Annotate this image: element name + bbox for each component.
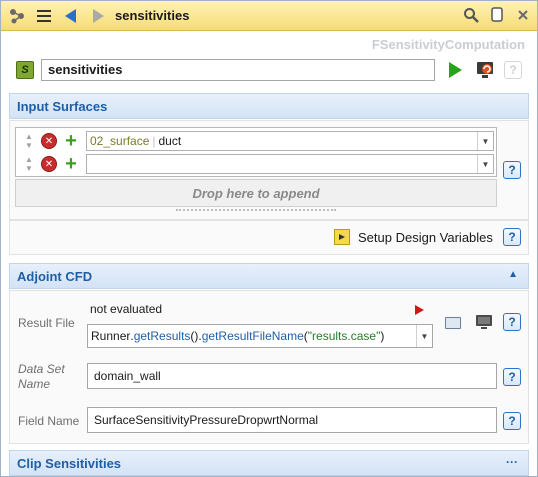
surface-combo[interactable]: 02_surface | duct ▼	[86, 131, 494, 151]
flag-icon[interactable]	[415, 305, 424, 315]
copy-icon[interactable]	[487, 5, 507, 25]
close-icon[interactable]	[513, 5, 533, 25]
expression-method: getResultFileName	[201, 329, 304, 343]
surface-value: duct	[158, 134, 182, 148]
window-title: sensitivities	[115, 8, 190, 23]
refresh-screen-icon[interactable]	[475, 60, 495, 80]
collapse-icon[interactable]: ▲	[508, 269, 518, 280]
menu-icon[interactable]	[33, 5, 55, 27]
back-arrow-icon[interactable]	[60, 5, 82, 27]
design-variables-icon[interactable]	[334, 229, 350, 245]
help-icon[interactable]: ?	[503, 228, 521, 246]
delete-icon[interactable]: ✕	[41, 133, 57, 149]
drop-zone[interactable]: Drop here to append	[15, 179, 497, 207]
help-icon[interactable]: ?	[503, 368, 521, 386]
search-icon[interactable]	[461, 5, 481, 25]
setup-design-variables-button[interactable]: Setup Design Variables	[358, 230, 493, 245]
add-icon[interactable]: +	[63, 131, 79, 151]
field-name-field[interactable]: SurfaceSensitivityPressureDropwrtNormal	[87, 407, 497, 433]
section-title: Clip Sensitivities	[17, 455, 122, 471]
class-name-label: FSensitivityComputation	[371, 37, 525, 52]
help-icon[interactable]: ?	[503, 313, 521, 331]
node-editor-window: sensitivities FSensitivityComputation S …	[0, 0, 538, 477]
add-icon[interactable]: +	[63, 154, 79, 174]
surface-combo[interactable]: ▼	[86, 154, 494, 174]
field-name-label: Field Name	[18, 414, 80, 428]
chevron-down-icon[interactable]: ▼	[477, 155, 493, 173]
help-icon[interactable]: ?	[503, 412, 521, 430]
result-file-expression[interactable]: Runner. getResults (). getResultFileName("r…	[87, 324, 433, 348]
title-bar: sensitivities	[1, 1, 537, 31]
section-adjoint-cfd[interactable]: Adjoint CFD ▲	[9, 263, 529, 289]
expression-method: getResults	[133, 329, 191, 343]
chevron-down-icon[interactable]: ▼	[416, 325, 432, 347]
expression-object: Runner	[91, 329, 131, 343]
resize-grip[interactable]	[176, 209, 336, 211]
data-set-name-label: Data Set Name	[18, 362, 65, 391]
run-icon[interactable]	[447, 61, 463, 79]
section-input-surfaces[interactable]: Input Surfaces	[9, 93, 529, 119]
node-type-icon: S	[16, 61, 34, 79]
section-title: Adjoint CFD	[17, 268, 93, 284]
node-name-input[interactable]: sensitivities	[41, 59, 435, 81]
help-icon[interactable]: ?	[503, 161, 521, 179]
expand-icon[interactable]: ···	[506, 455, 518, 469]
reorder-arrows-icon[interactable]: ▲ ▼	[21, 154, 37, 174]
section-title: Input Surfaces	[17, 98, 108, 114]
separator: |	[152, 134, 156, 148]
evaluation-status: not evaluated	[90, 302, 163, 316]
help-icon-disabled: ?	[504, 61, 522, 79]
data-set-name-field[interactable]: domain_wall	[87, 363, 497, 389]
node-graph-icon[interactable]	[6, 5, 28, 27]
forward-arrow-icon[interactable]	[87, 5, 109, 27]
monitor-icon[interactable]	[475, 314, 493, 330]
folder-icon[interactable]	[445, 317, 461, 329]
chevron-down-icon[interactable]: ▼	[477, 132, 493, 150]
expression-argument: "results.case"	[307, 329, 381, 343]
list-item: ▲ ▼ ✕ + ▼	[16, 153, 496, 175]
reorder-arrows-icon[interactable]: ▲ ▼	[21, 131, 37, 151]
list-item: ▲ ▼ ✕ + 02_surface | duct ▼	[16, 130, 496, 152]
delete-icon[interactable]: ✕	[41, 156, 57, 172]
surface-list: ▲ ▼ ✕ + 02_surface | duct ▼ ▲ ▼ ✕ + ▼	[15, 127, 497, 177]
result-file-label: Result File	[18, 316, 75, 330]
section-clip-sensitivities[interactable]: Clip Sensitivities ···	[9, 450, 529, 476]
surface-prefix: 02_surface	[90, 134, 150, 148]
